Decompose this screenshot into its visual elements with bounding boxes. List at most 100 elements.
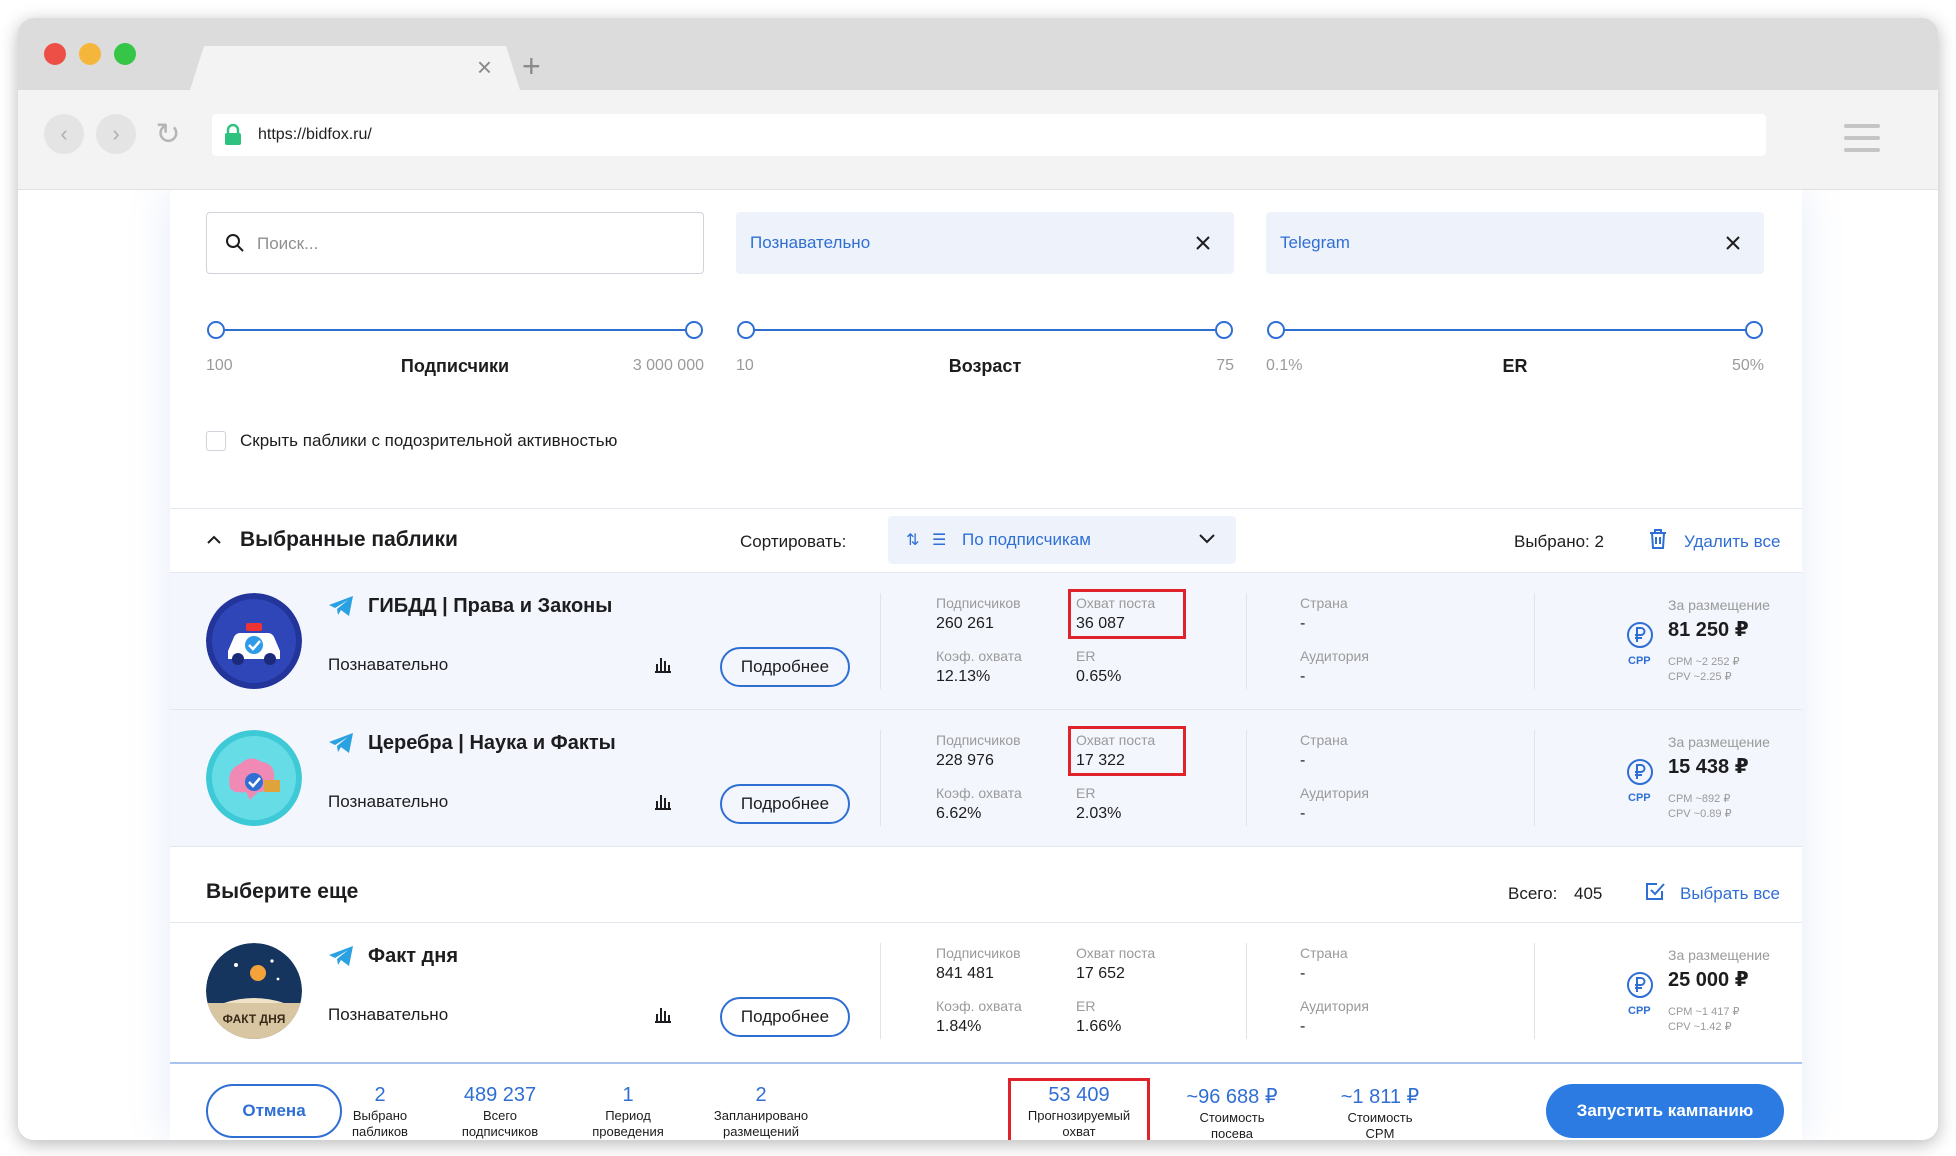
channel-name[interactable]: Церебра | Наука и Факты — [368, 732, 616, 755]
slider-min-handle[interactable] — [737, 321, 755, 339]
delete-all-link[interactable]: Удалить все — [1684, 532, 1780, 552]
audience-label: Аудитория — [1300, 998, 1369, 1014]
close-icon[interactable] — [1722, 232, 1744, 254]
summary-label: охват — [1062, 1124, 1096, 1139]
chevron-up-icon[interactable] — [206, 532, 222, 548]
column-divider — [880, 730, 881, 826]
sort-dropdown[interactable]: ⇅ ☰ По подписчикам — [888, 516, 1236, 564]
bar-chart-icon[interactable] — [654, 655, 672, 673]
reach-value: 17 652 — [1076, 965, 1125, 982]
er-label: ER — [1076, 648, 1096, 664]
details-button[interactable]: Подробнее — [720, 997, 850, 1037]
new-tab-icon[interactable]: + — [522, 48, 541, 85]
launch-campaign-button[interactable]: Запустить кампанию — [1546, 1084, 1784, 1138]
column-divider — [1246, 943, 1247, 1039]
summary-label: CPM — [1365, 1126, 1395, 1141]
choose-more-title: Выберите еще — [206, 880, 359, 903]
subscribers-value: 260 261 — [936, 615, 994, 632]
range-max-value: 3 000 000 — [632, 357, 704, 374]
ruble-icon — [1627, 622, 1653, 648]
channel-name[interactable]: ГИБДД | Права и Законы — [368, 595, 612, 618]
category-filter-chip[interactable]: Познавательно — [736, 212, 1234, 274]
summary-seeding-cost: ~96 688 ₽ Стоимость посева — [1172, 1084, 1292, 1140]
range-max-value: 50% — [1731, 357, 1764, 374]
summary-label: Прогнозируемый — [1027, 1108, 1131, 1123]
cpp-label: CPP — [1628, 655, 1651, 667]
summary-period: 1 Период проведения — [568, 1084, 688, 1139]
summary-value: ~96 688 ₽ — [1186, 1086, 1278, 1108]
selected-publics-title: Выбранные паблики — [240, 528, 458, 551]
slider-track[interactable] — [1276, 329, 1754, 331]
slider-track[interactable] — [746, 329, 1224, 331]
slider-min-handle[interactable] — [1267, 321, 1285, 339]
minimize-window-button[interactable] — [79, 43, 101, 65]
cpv-value: CPV ~0.89 ₽ — [1668, 808, 1732, 820]
section-divider — [170, 508, 1802, 509]
campaign-card: Познавательно Telegram 100 Подписчики 3 … — [170, 190, 1802, 1140]
forward-button[interactable]: › — [96, 114, 136, 154]
reach-coef-value: 12.13% — [936, 668, 991, 685]
summary-value: ~1 811 ₽ — [1340, 1086, 1420, 1108]
channel-row: ФАКТ ДНЯ Факт дня Познавательно Подробне… — [170, 923, 1802, 1059]
country-label: Страна — [1300, 945, 1348, 961]
slider-max-handle[interactable] — [1215, 321, 1233, 339]
choose-more-header: Выберите еще Всего: 405 Выбрать все — [170, 862, 1802, 922]
tab-close-icon[interactable]: × — [477, 54, 492, 80]
er-label: ER — [1076, 785, 1096, 801]
reload-button[interactable]: ↻ — [148, 114, 188, 154]
summary-planned-placements: 2 Запланировано размещений — [686, 1084, 836, 1139]
column-divider — [1534, 730, 1535, 826]
trash-icon[interactable] — [1648, 528, 1668, 550]
slider-max-handle[interactable] — [685, 321, 703, 339]
summary-value: 2 — [374, 1084, 386, 1106]
channel-category: Познавательно — [328, 655, 449, 674]
bar-chart-icon[interactable] — [654, 792, 672, 810]
subscribers-label: Подписчиков — [936, 945, 1021, 961]
subscribers-label: Подписчиков — [936, 732, 1021, 748]
browser-tab[interactable]: × — [190, 46, 520, 90]
back-button[interactable]: ‹ — [44, 114, 84, 154]
audience-value: - — [1300, 668, 1306, 685]
summary-label: проведения — [592, 1124, 664, 1139]
select-all-link[interactable]: Выбрать все — [1680, 884, 1780, 904]
channel-row: Церебра | Наука и Факты Познавательно По… — [170, 710, 1802, 846]
placement-price: 25 000 ₽ — [1668, 969, 1749, 991]
maximize-window-button[interactable] — [114, 43, 136, 65]
details-button[interactable]: Подробнее — [720, 647, 850, 687]
url-text: https://bidfox.ru/ — [258, 126, 372, 143]
bar-chart-icon[interactable] — [654, 1005, 672, 1023]
range-title: ER — [1502, 356, 1528, 376]
search-box[interactable] — [206, 212, 704, 274]
chevron-down-icon — [1199, 534, 1215, 544]
telegram-icon — [329, 596, 353, 616]
close-icon[interactable] — [1192, 232, 1214, 254]
details-button[interactable]: Подробнее — [720, 784, 850, 824]
browser-menu-icon[interactable] — [1844, 124, 1880, 154]
slider-max-handle[interactable] — [1745, 321, 1763, 339]
address-bar[interactable]: https://bidfox.ru/ — [212, 114, 1766, 156]
channel-avatar: ФАКТ ДНЯ — [206, 943, 302, 1039]
hide-suspicious-checkbox[interactable] — [206, 431, 226, 451]
column-divider — [880, 593, 881, 689]
summary-label: Стоимость — [1199, 1110, 1265, 1125]
platform-filter-chip[interactable]: Telegram — [1266, 212, 1764, 274]
search-input[interactable] — [257, 229, 677, 259]
total-label: Всего: — [1508, 884, 1558, 903]
channel-name[interactable]: Факт дня — [368, 945, 458, 968]
country-value: - — [1300, 965, 1306, 982]
reach-coef-value: 1.84% — [936, 1018, 982, 1035]
cpp-label: CPP — [1628, 792, 1651, 804]
column-divider — [1246, 593, 1247, 689]
slider-min-handle[interactable] — [207, 321, 225, 339]
summary-label: Стоимость — [1347, 1110, 1413, 1125]
placement-price: 15 438 ₽ — [1668, 756, 1749, 778]
page-viewport: Познавательно Telegram 100 Подписчики 3 … — [18, 190, 1938, 1140]
search-icon — [226, 234, 244, 252]
slider-track[interactable] — [216, 329, 694, 331]
close-window-button[interactable] — [44, 43, 66, 65]
subscribers-range-slider: 100 Подписчики 3 000 000 — [206, 320, 704, 390]
checkbox-icon[interactable] — [1644, 880, 1666, 902]
range-max-value: 75 — [1216, 357, 1234, 374]
er-range-slider: 0.1% ER 50% — [1266, 320, 1764, 390]
subscribers-value: 841 481 — [936, 965, 994, 982]
